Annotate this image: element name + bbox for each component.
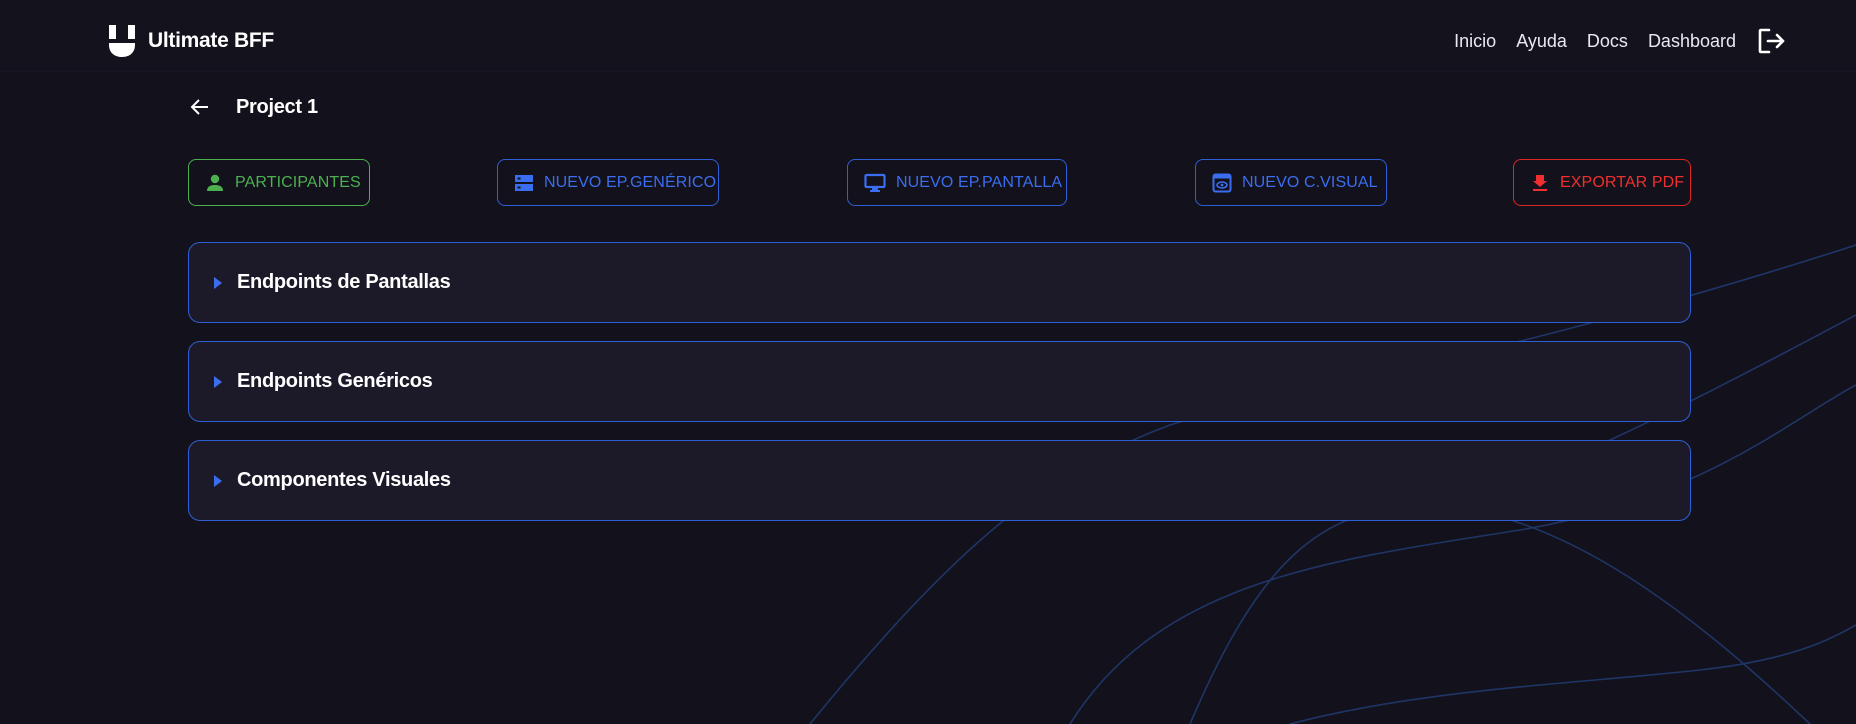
nuevo-ep-pantalla-button[interactable]: NUEVO EP.PANTALLA [847, 159, 1067, 206]
participantes-button[interactable]: PARTICIPANTES [188, 159, 370, 206]
caret-right-icon [213, 474, 225, 488]
brand-name: Ultimate BFF [148, 29, 274, 52]
nav-docs[interactable]: Docs [1587, 31, 1628, 52]
caret-right-icon [213, 375, 225, 389]
nav-ayuda[interactable]: Ayuda [1516, 31, 1567, 52]
section-title: Endpoints de Pantallas [237, 271, 451, 293]
page: Ultimate BFF Inicio Ayuda Docs Dashboard [0, 0, 1856, 724]
section-endpoints-genericos[interactable]: Endpoints Genéricos [188, 341, 1691, 422]
participantes-label: PARTICIPANTES [235, 173, 361, 191]
download-icon [1530, 172, 1550, 194]
caret-right-icon [213, 276, 225, 290]
nav-inicio[interactable]: Inicio [1454, 31, 1496, 52]
arrow-left-icon [190, 99, 208, 115]
section-endpoints-pantallas[interactable]: Endpoints de Pantallas [188, 242, 1691, 323]
nuevo-ep-generico-label: NUEVO EP.GENÉRICO [544, 173, 717, 191]
brand[interactable]: Ultimate BFF [108, 24, 274, 58]
nuevo-c-visual-button[interactable]: NUEVO C.VISUAL [1195, 159, 1387, 206]
main-nav: Inicio Ayuda Docs Dashboard [1454, 24, 1788, 58]
action-toolbar: PARTICIPANTES NUEVO EP.GENÉRICO NUEVO EP… [188, 159, 1691, 206]
nuevo-ep-generico-button[interactable]: NUEVO EP.GENÉRICO [497, 159, 719, 206]
logout-button[interactable] [1756, 25, 1788, 57]
monitor-icon [864, 172, 886, 194]
page-title: Project 1 [236, 95, 318, 118]
nuevo-c-visual-label: NUEVO C.VISUAL [1242, 173, 1378, 191]
section-componentes-visuales[interactable]: Componentes Visuales [188, 440, 1691, 521]
storage-icon [514, 172, 534, 194]
exportar-pdf-button[interactable]: EXPORTAR PDF [1513, 159, 1691, 206]
project-header: Project 1 [186, 90, 318, 124]
person-icon [205, 172, 225, 194]
nav-dashboard[interactable]: Dashboard [1648, 31, 1736, 52]
section-title: Endpoints Genéricos [237, 370, 433, 392]
nuevo-ep-pantalla-label: NUEVO EP.PANTALLA [896, 173, 1063, 191]
visual-icon [1212, 172, 1232, 194]
u-logo-icon [109, 25, 135, 57]
back-button[interactable] [186, 93, 214, 121]
top-navbar: Ultimate BFF Inicio Ayuda Docs Dashboard [0, 0, 1856, 72]
logout-icon [1758, 28, 1785, 54]
section-title: Componentes Visuales [237, 469, 451, 491]
exportar-pdf-label: EXPORTAR PDF [1560, 173, 1685, 191]
